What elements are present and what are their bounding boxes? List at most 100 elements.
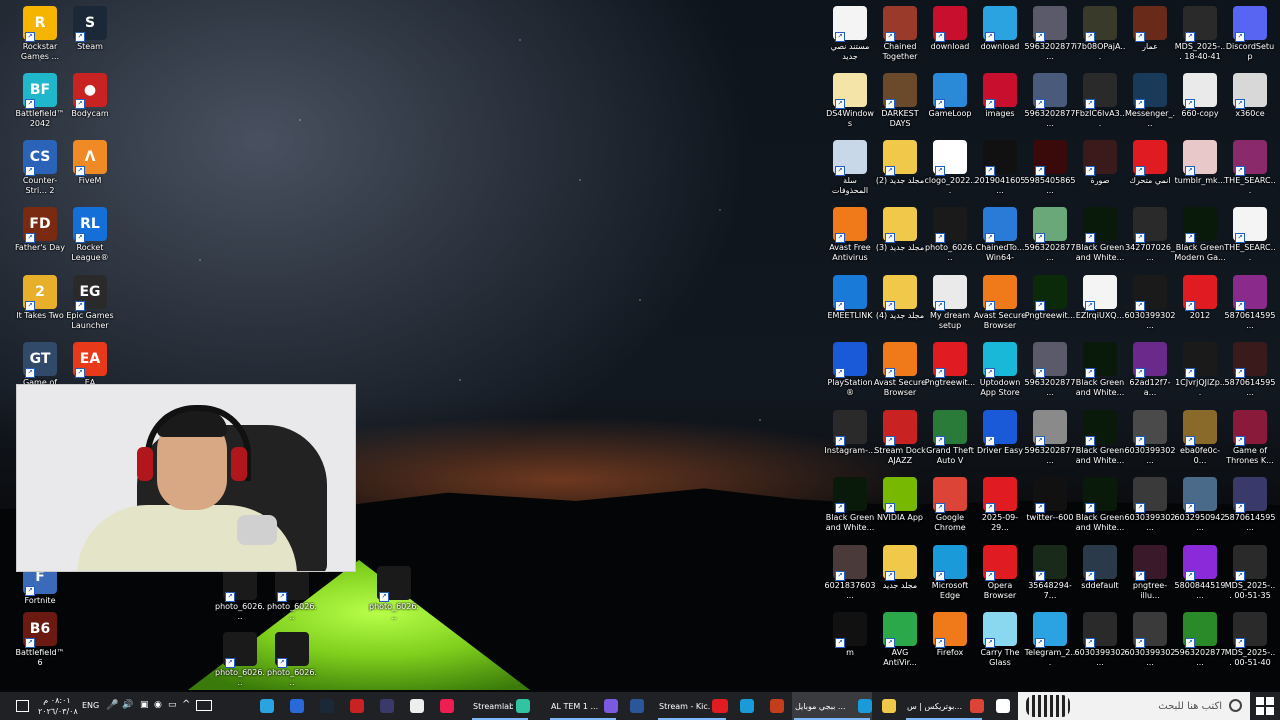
desktop-icon[interactable]: ↗ 6030399302... [1124,410,1176,478]
desktop-icon[interactable]: ↗ photo_6026... [266,632,318,700]
desktop-icon[interactable]: ↗ (3) مجلد جديد [874,207,926,275]
display-tray-icon[interactable]: ▭ [168,700,177,710]
desktop-icon[interactable]: ↗ photo_6026... [368,566,420,634]
desktop-icon[interactable]: ↗ Uptodown App Store [974,342,1026,410]
desktop-icon[interactable]: ↗ 2025-09-29... [974,477,1026,545]
ajazz-taskbar-icon[interactable] [290,699,304,713]
desktop-icon[interactable]: ↗ pngtree-illu... [1124,545,1176,613]
desktop-icon[interactable]: ↗ صورة [1074,140,1126,208]
desktop-icon[interactable]: ↗ m [824,612,876,680]
desktop-icon[interactable]: BF ↗ Battlefield™ 2042 [14,73,66,141]
desktop-icon[interactable]: ↗ (2) مجلد جديد [874,140,926,208]
desktop-icon[interactable]: ↗ FbzIC6lvA3... [1074,73,1126,141]
desktop-icon[interactable]: ↗ eba0fe0c-0... [1174,410,1226,478]
tiktok-taskbar-icon[interactable] [440,699,454,713]
desktop-icon[interactable]: ↗ مجلد جديد [874,545,926,613]
desktop-icon[interactable]: ↗ 2019041605... [974,140,1026,208]
show-hidden-icons-chevron-icon[interactable]: ^ [182,699,190,710]
desktop-icon[interactable]: ↗ GameLoop [924,73,976,141]
stream-dock-taskbar-icon[interactable] [350,699,364,713]
desktop-icon[interactable]: ↗ 1CJvrjQJlZp... [1174,342,1226,410]
desktop-icon[interactable]: ↗ 5800844519... [1174,545,1226,613]
desktop-icon[interactable]: ↗ Avast Free Antivirus [824,207,876,275]
desktop-icon[interactable]: ↗ Instagram-... [824,410,876,478]
desktop-icon[interactable]: ↗ Black Green and White... [1074,477,1126,545]
desktop-icon[interactable]: ↗ images [974,73,1026,141]
desktop-icon[interactable]: ↗ EZlrqiUXQ... [1074,275,1126,343]
volume-icon[interactable]: 🔊 [122,700,133,710]
desktop-icon[interactable]: 2 ↗ It Takes Two [14,275,66,343]
desktop-icon[interactable]: ↗ sddefault [1074,545,1126,613]
start-windows-icon[interactable] [1256,697,1274,715]
desktop-icon[interactable]: ↗ عمار [1124,6,1176,74]
desktop-icon[interactable]: ↗ Messenger_... [1124,73,1176,141]
desktop-icon[interactable]: ↗ Firefox [924,612,976,680]
desktop-icon[interactable]: ↗ 5870614595... [1224,477,1276,545]
desktop-icon[interactable]: ↗ 5963202877... [1024,207,1076,275]
desktop-icon[interactable]: ↗ photo_6026... [214,566,266,634]
desktop-icon[interactable]: ↗ 5963202877... [1024,410,1076,478]
desktop-icon[interactable]: ↗ Black Green and White... [824,477,876,545]
explorer-taskbar-icon[interactable] [882,699,896,713]
desktop-icon[interactable]: CS ↗ Counter-Stri... 2 [14,140,66,208]
desktop-icon[interactable]: ↗ 660-copy [1174,73,1226,141]
desktop-icon[interactable]: Λ ↗ FiveM [64,140,116,208]
desktop-icon[interactable]: ↗ Opera Browser [974,545,1026,613]
desktop-icon[interactable]: ↗ download [974,6,1026,74]
desktop-icon[interactable]: ↗ Game of Thrones K... [1224,410,1276,478]
desktop-icon[interactable]: ↗ 6032950942... [1174,477,1226,545]
desktop-icon[interactable]: ↗ 5985405865... [1024,140,1076,208]
desktop-icon[interactable]: ↗ Telegram_2... [1024,612,1076,680]
desktop-icon[interactable]: ↗ 5963202877... [1024,73,1076,141]
taskbar-window-button[interactable]: ببجي موبايل ... [792,692,872,720]
desktop-icon[interactable]: EG ↗ Epic Games Launcher [64,275,116,343]
telegram-taskbar-icon[interactable] [260,699,274,713]
desktop-icon[interactable]: ↗ My dream setup [924,275,976,343]
desktop-icon[interactable]: ↗ Pngtreewit... [924,342,976,410]
desktop-icon[interactable]: ↗ Black Green and White... [1074,342,1126,410]
desktop-icon[interactable]: ↗ MDS_2025-... 00-51-40 [1224,612,1276,680]
desktop-icon[interactable]: ↗ AVG AntiVir... [874,612,926,680]
desktop-icon[interactable]: ↗ 5963202877... [1024,342,1076,410]
desktop-icon[interactable]: ↗ photo_6026... [924,207,976,275]
desktop-icon[interactable]: ↗ 5870614595... [1224,275,1276,343]
recorder-taskbar-icon[interactable] [380,699,394,713]
microphone-icon[interactable]: 🎤 [106,700,118,711]
desktop-icon[interactable]: ↗ THE_SEARC... [1224,207,1276,275]
taskbar-window-button[interactable]: Streamlabs ... [470,692,530,720]
desktop-icon[interactable]: ↗ MDS_2025-... 00-51-35 [1224,545,1276,613]
keyboard-icon[interactable] [196,700,212,711]
desktop-icon[interactable]: ↗ THE_SEARC... [1224,140,1276,208]
desktop-icon[interactable]: ↗ Microsoft Edge [924,545,976,613]
desktop-icon[interactable]: ↗ Black Green Modern Ga... [1174,207,1226,275]
desktop-icon[interactable]: ↗ Driver Easy [974,410,1026,478]
steam-taskbar-icon[interactable] [320,699,334,713]
desktop-icon[interactable]: ↗ DS4Windows [824,73,876,141]
desktop-icon[interactable]: ↗ Avast Secure Browser [974,275,1026,343]
clock[interactable]: ٠٨:٠١ م ٢٠٢٦/٠٣/٠٨ [38,695,78,717]
desktop-icon[interactable]: ↗ 6030399302... [1124,275,1176,343]
desktop-icon[interactable]: ↗ Avast Secure Browser [874,342,926,410]
desktop-icon[interactable]: ↗ EMEETLINK [824,275,876,343]
desktop-icon[interactable]: ↗ photo_6026... [266,566,318,634]
desktop-icon[interactable]: ↗ 5870614595... [1224,342,1276,410]
network-icon[interactable]: ▣ [140,700,149,710]
desktop-icon[interactable]: ↗ChainedTo... Win64-Ship... [974,207,1026,275]
desktop-icon[interactable]: S ↗ Steam [64,6,116,74]
desktop-icon[interactable]: ↗ DiscordSetup [1224,6,1276,74]
desktop-icon[interactable]: ↗ Black Green and White... [1074,207,1126,275]
desktop-icon[interactable]: ↗ clogo_2022... [924,140,976,208]
desktop-icon[interactable]: B6 ↗ Battlefield™ 6 [14,612,66,680]
desktop-icon[interactable]: ↗ انمي متحرك [1124,140,1176,208]
taskbar-window-button[interactable]: بوتريكس | س... [904,692,984,720]
desktop-icon[interactable]: ↗ 6021837603... [824,545,876,613]
taskbar-window-button[interactable]: Stream - Kic... [656,692,728,720]
desktop-icon[interactable]: ↗ سلة المحذوفات [824,140,876,208]
desktop-icon[interactable]: ↗ 5963202877... [1174,612,1226,680]
capcut-taskbar-icon[interactable] [410,699,424,713]
desktop-icon[interactable]: ↗ MDS_2025-... 18-40-41 [1174,6,1226,74]
desktop-icon[interactable]: ↗PlayStation® Accessories [824,342,876,410]
desktop-icon[interactable]: ↗ Carry The Glass [974,612,1026,680]
desktop-icon[interactable]: ↗ مستند نصي جديد [824,6,876,74]
desktop-icon[interactable]: ↗ Grand Theft Auto V [924,410,976,478]
